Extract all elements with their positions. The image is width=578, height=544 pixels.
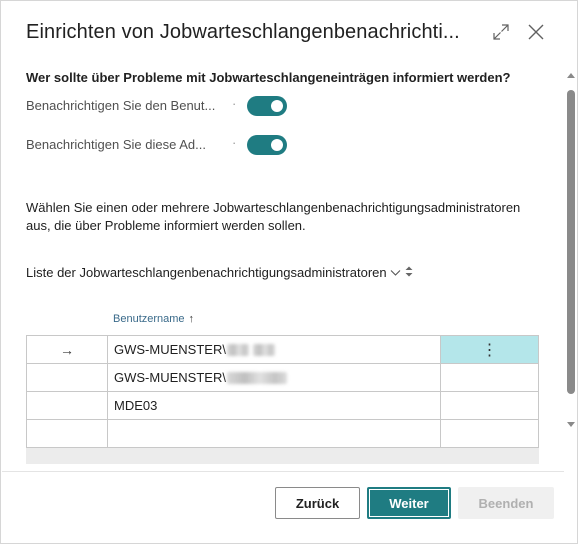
username-value: MDE03 (114, 398, 158, 413)
field-dots: · (232, 135, 237, 150)
row-actions-cell[interactable] (440, 364, 539, 391)
redacted-text (226, 371, 287, 384)
sort-ascending-icon: ↑ (188, 313, 195, 325)
table-row[interactable]: MDE03 (26, 392, 539, 420)
toggle-label-notify-user: Benachrichtigen Sie den Benut... (26, 98, 216, 113)
close-icon[interactable] (523, 19, 549, 45)
row-actions-cell[interactable] (440, 392, 539, 419)
admin-list-header: Liste der Jobwarteschlangenbenachrichtig… (26, 265, 413, 280)
admin-list-title: Liste der Jobwarteschlangenbenachrichtig… (26, 265, 387, 280)
setup-dialog: Einrichten von Jobwarteschlangenbenachri… (0, 0, 578, 544)
toggle-row-notify-user: Benachrichtigen Sie den Benut... · (26, 96, 296, 116)
chevron-down-icon[interactable] (390, 265, 401, 280)
username-value: GWS-MUENSTER\ (114, 370, 226, 385)
notify-admins-toggle[interactable] (247, 135, 287, 155)
toggle-label-notify-admins: Benachrichtigen Sie diese Ad... (26, 137, 206, 152)
table-row[interactable]: GWS-MUENSTER\ (26, 364, 539, 392)
row-actions-cell[interactable]: ⋮ (440, 336, 539, 363)
username-cell[interactable] (107, 420, 440, 447)
finish-button[interactable]: Beenden (458, 487, 554, 519)
more-options-icon[interactable]: ⋮ (482, 340, 498, 360)
redacted-text (252, 343, 275, 356)
row-actions-cell[interactable] (440, 420, 539, 447)
back-button[interactable]: Zurück (275, 487, 360, 519)
admin-description: Wählen Sie einen oder mehrere Jobwartesc… (26, 200, 521, 233)
row-marker (26, 420, 107, 447)
scrollbar-thumb[interactable] (567, 90, 575, 394)
scroll-up-icon[interactable] (567, 73, 575, 78)
dialog-title: Einrichten von Jobwarteschlangenbenachri… (26, 21, 460, 43)
grid-horizontal-scrollbar[interactable] (26, 448, 539, 464)
redacted-text (226, 343, 249, 356)
toggle-row-notify-admins: Benachrichtigen Sie diese Ad... · (26, 135, 296, 155)
table-row[interactable]: → GWS-MUENSTER\ ⋮ (26, 336, 539, 364)
notify-question: Wer sollte über Probleme mit Jobwartesch… (26, 70, 511, 85)
username-cell[interactable]: GWS-MUENSTER\ (107, 336, 440, 363)
row-marker (26, 392, 107, 419)
row-marker: → (26, 336, 107, 363)
scroll-down-icon[interactable] (567, 422, 575, 427)
expand-icon[interactable] (488, 19, 514, 45)
sort-icon[interactable] (405, 265, 413, 280)
column-header-label: Benutzername (113, 313, 185, 325)
field-dots: · (232, 96, 237, 111)
row-marker (26, 364, 107, 391)
footer-divider (2, 471, 564, 472)
username-cell[interactable]: GWS-MUENSTER\ (107, 364, 440, 391)
username-value: GWS-MUENSTER\ (114, 342, 226, 357)
notify-user-toggle[interactable] (247, 96, 287, 116)
arrow-right-icon: → (60, 341, 74, 358)
column-header-username[interactable]: Benutzername ↑ (113, 313, 194, 325)
username-cell[interactable]: MDE03 (107, 392, 440, 419)
table-row-empty[interactable] (26, 420, 539, 448)
next-button[interactable]: Weiter (367, 487, 451, 519)
admin-grid: → GWS-MUENSTER\ ⋮ GWS-MUENSTER\ MDE03 (26, 335, 539, 448)
